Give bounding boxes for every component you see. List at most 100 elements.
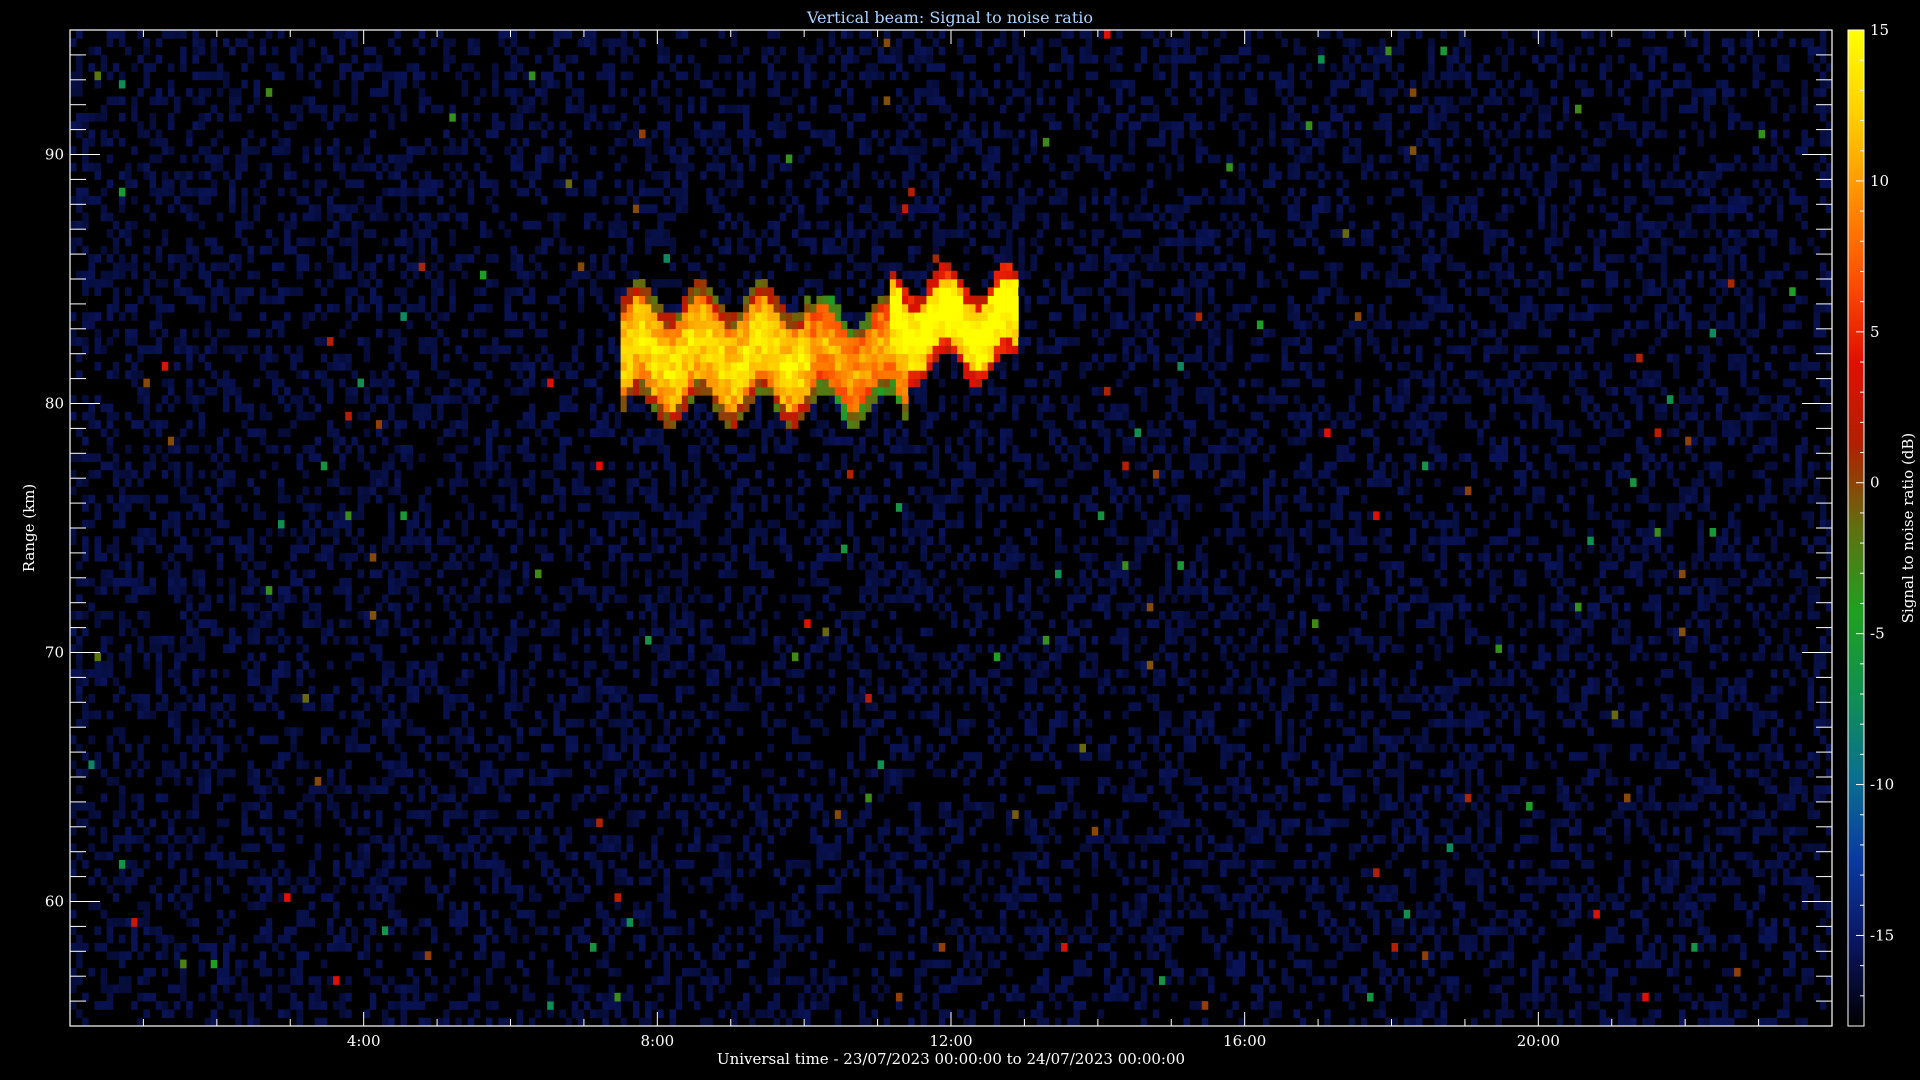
heatmap-cell <box>186 619 193 628</box>
heatmap-cell <box>645 436 652 446</box>
heatmap-cell <box>700 594 707 604</box>
heatmap-cell <box>596 602 603 612</box>
heatmap-cell <box>155 254 163 263</box>
heatmap-cell <box>602 196 609 205</box>
heatmap-cell <box>473 860 481 869</box>
heatmap-cell <box>186 461 193 471</box>
heatmap-cell <box>571 718 579 728</box>
heatmap-cell <box>400 187 407 197</box>
heatmap-cell <box>106 461 114 471</box>
heatmap-cell <box>76 677 83 687</box>
heatmap-cell <box>681 320 689 330</box>
heatmap-cell <box>755 295 762 305</box>
heatmap-cell <box>431 353 438 363</box>
heatmap-cell <box>449 378 456 388</box>
heatmap-cell <box>700 909 707 919</box>
heatmap-cell <box>290 287 297 296</box>
heatmap-cell <box>76 54 83 64</box>
heatmap-cell <box>204 113 212 122</box>
heatmap-cell <box>516 362 524 371</box>
heatmap-cell <box>761 353 768 363</box>
heatmap-cell <box>498 569 505 579</box>
heatmap-cell <box>773 926 781 936</box>
heatmap-cell <box>565 71 573 81</box>
heatmap-cell <box>247 876 254 886</box>
heatmap-cell <box>798 378 805 388</box>
heatmap-cell <box>388 262 395 272</box>
heatmap-cell <box>186 129 193 139</box>
heatmap-cell <box>94 46 101 56</box>
heatmap-cell <box>779 245 787 255</box>
heatmap-cell <box>223 984 230 994</box>
heatmap-cell <box>137 569 144 579</box>
heatmap-cell <box>620 735 628 745</box>
heatmap-cell <box>229 196 236 205</box>
heatmap-cell <box>406 718 413 728</box>
heatmap-cell <box>687 727 695 736</box>
heatmap-cell <box>431 146 438 155</box>
heatmap-cell <box>791 934 799 944</box>
heatmap-cell <box>632 727 640 736</box>
heatmap-cell <box>149 967 156 977</box>
heatmap-cell <box>94 752 101 761</box>
heatmap-cell <box>743 378 750 388</box>
heatmap-cell <box>681 826 689 836</box>
heatmap-cell <box>296 669 303 678</box>
heatmap-cell <box>400 511 407 521</box>
heatmap-cell <box>125 594 132 604</box>
heatmap-cell <box>522 362 530 371</box>
heatmap-cell <box>94 1001 101 1010</box>
heatmap-cell <box>161 943 169 952</box>
heatmap-cell <box>602 63 609 72</box>
heatmap-cell <box>669 478 677 487</box>
heatmap-cell <box>284 312 291 321</box>
heatmap-cell <box>161 328 169 338</box>
heatmap-cell <box>620 793 628 803</box>
heatmap-cell <box>749 303 756 313</box>
heatmap-cell <box>406 727 413 736</box>
heatmap-cell <box>155 635 163 645</box>
heatmap-cell <box>651 528 658 537</box>
heatmap-cell <box>229 113 236 122</box>
heatmap-cell <box>632 320 640 330</box>
heatmap-cell <box>186 602 193 612</box>
heatmap-cell <box>749 826 756 836</box>
heatmap-cell <box>761 428 768 438</box>
heatmap-cell <box>174 569 181 579</box>
heatmap-cell <box>143 403 150 413</box>
heatmap-cell <box>345 860 352 869</box>
heatmap-cell <box>583 378 591 388</box>
heatmap-cell <box>449 785 456 794</box>
heatmap-cell <box>382 187 389 197</box>
heatmap-cell <box>320 353 328 363</box>
heatmap-cell <box>522 627 530 637</box>
heatmap-cell <box>88 577 95 587</box>
heatmap-cell <box>528 835 536 844</box>
heatmap-cell <box>357 743 364 753</box>
heatmap-cell <box>675 162 683 172</box>
heatmap-cell <box>583 984 591 994</box>
heatmap-cell <box>773 611 781 620</box>
heatmap-cell <box>455 212 462 222</box>
heatmap-cell <box>645 959 652 969</box>
heatmap-cell <box>541 453 548 462</box>
heatmap-cell <box>718 378 725 388</box>
heatmap-cell <box>675 511 683 521</box>
heatmap-cell <box>626 461 634 471</box>
heatmap-cell <box>541 611 548 620</box>
heatmap-cell <box>167 1009 175 1019</box>
heatmap-cell <box>626 718 634 728</box>
heatmap-cell <box>718 552 725 562</box>
heatmap-cell <box>706 635 713 645</box>
heatmap-cell <box>363 810 371 819</box>
heatmap-cell <box>284 171 291 180</box>
heatmap-cell <box>651 204 658 213</box>
heatmap-cell <box>785 436 793 446</box>
heatmap-cell <box>736 926 744 936</box>
heatmap-cell <box>791 403 799 413</box>
heatmap-cell <box>535 710 542 720</box>
heatmap-cell <box>559 494 566 504</box>
heatmap-cell <box>363 229 371 238</box>
heatmap-cell <box>76 635 83 645</box>
heatmap-cell <box>320 370 328 379</box>
